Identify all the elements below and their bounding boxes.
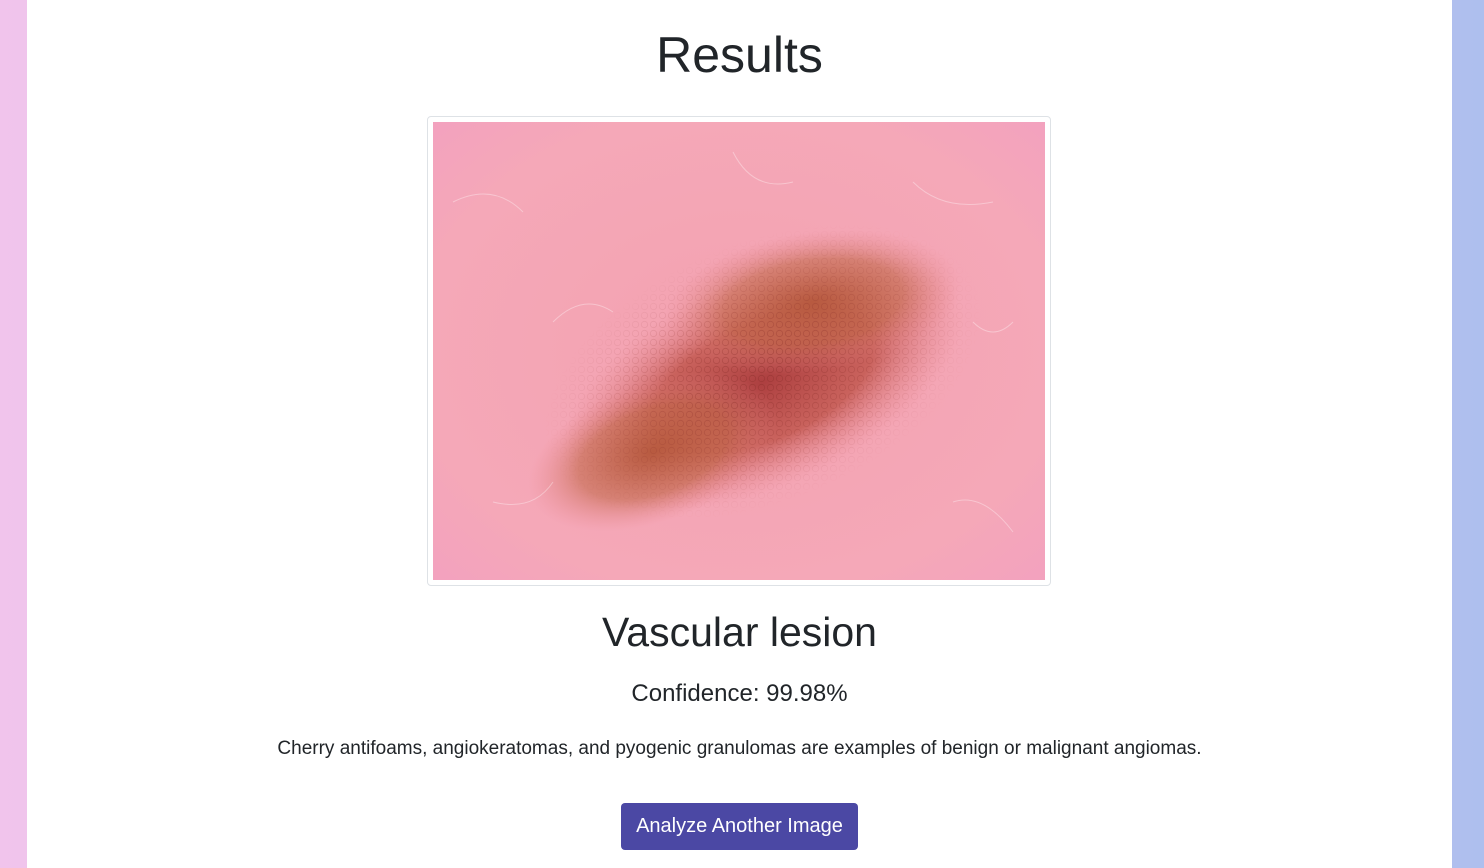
confidence-value: 99.98% <box>766 680 848 707</box>
results-card: Results Vascular lesion Confidence: 99.9… <box>27 0 1452 868</box>
image-thumbnail-frame <box>427 116 1051 586</box>
confidence-text: Confidence: 99.98% <box>27 678 1452 710</box>
diagnosis-label: Vascular lesion <box>602 609 877 655</box>
analyze-another-image-button[interactable]: Analyze Another Image <box>621 803 858 850</box>
confidence-label: Confidence: <box>631 680 760 707</box>
page-title: Results <box>656 27 823 83</box>
lesion-image <box>433 122 1045 580</box>
diagnosis-description: Cherry antifoams, angiokeratomas, and py… <box>277 738 1202 759</box>
